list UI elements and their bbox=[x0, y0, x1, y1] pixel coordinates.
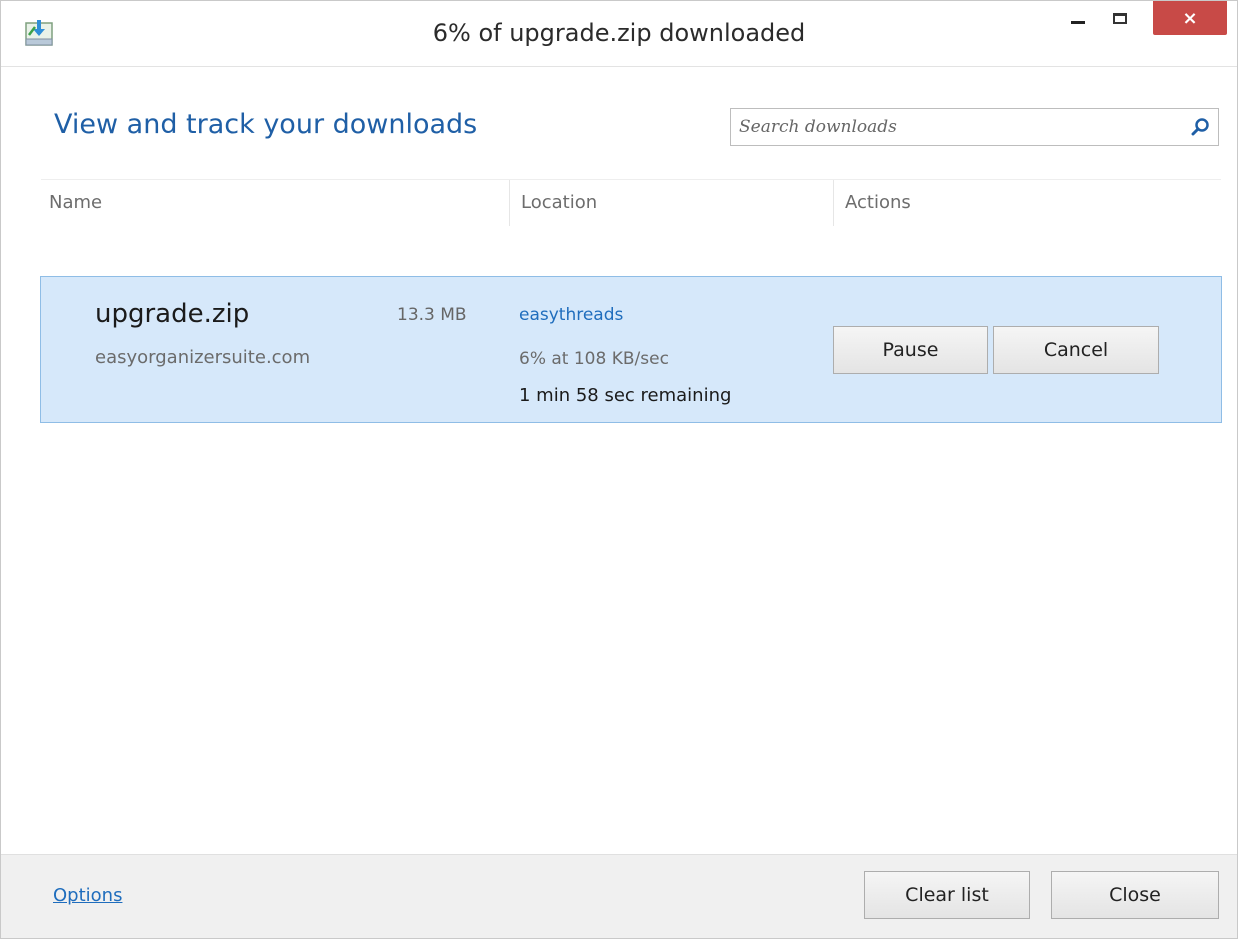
minimize-icon bbox=[1071, 20, 1085, 24]
options-link[interactable]: Options bbox=[53, 885, 122, 906]
file-source: easyorganizersuite.com bbox=[95, 347, 311, 368]
downloads-window: 6% of upgrade.zip downloaded × View and … bbox=[0, 0, 1238, 939]
page-title: View and track your downloads bbox=[54, 109, 478, 140]
column-headers: Name Location Actions bbox=[41, 179, 1221, 226]
search-input[interactable] bbox=[731, 109, 1171, 145]
search-box bbox=[730, 108, 1219, 146]
column-header-actions: Actions bbox=[845, 192, 911, 213]
window-title: 6% of upgrade.zip downloaded bbox=[432, 19, 806, 47]
close-icon: × bbox=[1182, 7, 1198, 29]
column-divider bbox=[833, 180, 834, 226]
column-divider bbox=[509, 180, 510, 226]
maximize-icon bbox=[1113, 12, 1127, 24]
pause-button[interactable]: Pause bbox=[833, 326, 988, 374]
maximize-button[interactable] bbox=[1099, 1, 1141, 35]
search-icon[interactable] bbox=[1190, 117, 1210, 137]
close-button[interactable]: Close bbox=[1051, 871, 1219, 919]
file-name: upgrade.zip bbox=[95, 299, 250, 329]
download-row[interactable]: upgrade.zip 13.3 MB easyorganizersuite.c… bbox=[40, 276, 1222, 423]
file-size: 13.3 MB bbox=[397, 305, 467, 325]
column-header-name[interactable]: Name bbox=[49, 192, 102, 213]
close-window-button[interactable]: × bbox=[1153, 1, 1227, 35]
cancel-button[interactable]: Cancel bbox=[993, 326, 1159, 374]
title-bar: 6% of upgrade.zip downloaded × bbox=[1, 1, 1237, 67]
time-remaining: 1 min 58 sec remaining bbox=[519, 385, 732, 406]
footer-bar: Options Clear list Close bbox=[1, 854, 1237, 938]
minimize-button[interactable] bbox=[1057, 1, 1099, 35]
clear-list-button[interactable]: Clear list bbox=[864, 871, 1030, 919]
column-header-location[interactable]: Location bbox=[521, 192, 597, 213]
location-link[interactable]: easythreads bbox=[519, 305, 623, 325]
download-progress: 6% at 108 KB/sec bbox=[519, 349, 669, 369]
